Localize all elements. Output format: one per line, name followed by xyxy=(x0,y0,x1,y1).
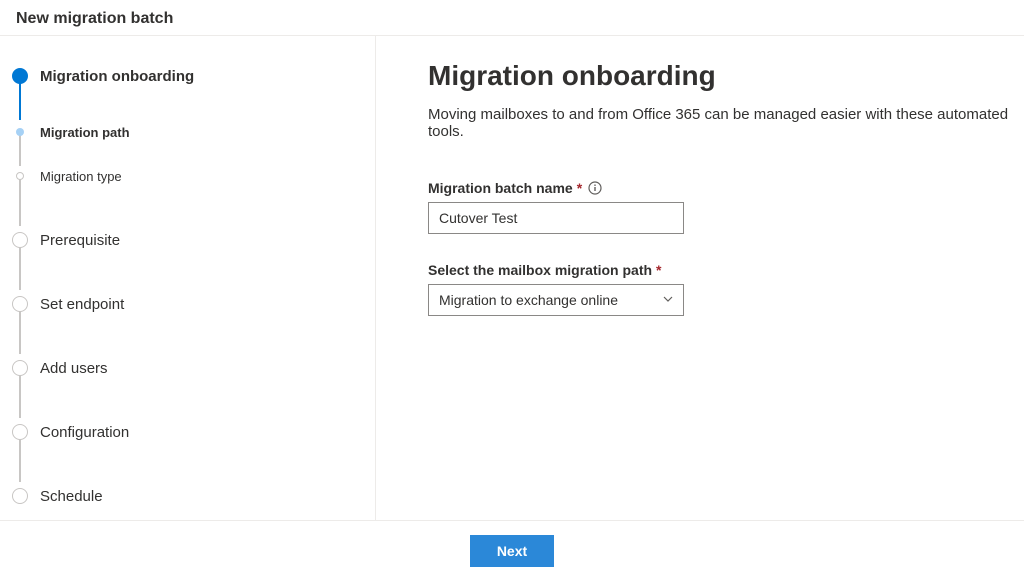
step-label: Configuration xyxy=(40,424,129,441)
step-label: Migration path xyxy=(40,125,130,140)
main-content: Migration onboarding Moving mailboxes to… xyxy=(376,36,1024,520)
step-indicator-upcoming xyxy=(12,232,28,248)
step-set-endpoint[interactable]: Set endpoint xyxy=(12,288,375,320)
migration-path-select-wrapper: Migration to exchange online xyxy=(428,284,684,316)
body-container: Migration onboarding Migration path Migr… xyxy=(0,36,1024,520)
step-label: Migration onboarding xyxy=(40,68,194,85)
step-migration-type[interactable]: Migration type xyxy=(12,164,375,188)
field-batch-name: Migration batch name * xyxy=(428,180,1024,234)
label-text: Migration batch name xyxy=(428,180,573,196)
step-indicator-upcoming xyxy=(12,488,28,504)
step-indicator-completed xyxy=(12,68,28,84)
batch-name-label: Migration batch name * xyxy=(428,180,1024,196)
step-schedule[interactable]: Schedule xyxy=(12,480,375,512)
header-title: New migration batch xyxy=(16,10,173,27)
field-migration-path: Select the mailbox migration path * Migr… xyxy=(428,262,1024,316)
step-label: Migration type xyxy=(40,169,122,184)
label-text: Select the mailbox migration path xyxy=(428,262,652,278)
select-value: Migration to exchange online xyxy=(439,292,618,308)
main-title: Migration onboarding xyxy=(428,60,1024,92)
step-connector xyxy=(19,176,21,226)
step-connector xyxy=(19,132,21,166)
next-button[interactable]: Next xyxy=(470,535,554,567)
step-label: Schedule xyxy=(40,488,103,505)
step-label: Set endpoint xyxy=(40,296,124,313)
step-indicator-upcoming xyxy=(12,360,28,376)
footer: Next xyxy=(0,520,1024,580)
page-header: New migration batch xyxy=(0,0,1024,36)
info-icon[interactable] xyxy=(588,181,602,195)
required-asterisk: * xyxy=(577,180,582,196)
main-description: Moving mailboxes to and from Office 365 … xyxy=(428,106,1024,140)
step-indicator-upcoming xyxy=(12,424,28,440)
migration-path-select[interactable]: Migration to exchange online xyxy=(428,284,684,316)
step-label: Add users xyxy=(40,360,108,377)
required-asterisk: * xyxy=(656,262,661,278)
batch-name-input[interactable] xyxy=(428,202,684,234)
step-prerequisite[interactable]: Prerequisite xyxy=(12,224,375,256)
step-indicator-current xyxy=(16,128,24,136)
step-label: Prerequisite xyxy=(40,232,120,249)
step-migration-path[interactable]: Migration path xyxy=(12,120,375,144)
step-configuration[interactable]: Configuration xyxy=(12,416,375,448)
step-migration-onboarding[interactable]: Migration onboarding xyxy=(12,60,375,92)
step-indicator-upcoming xyxy=(16,172,24,180)
step-add-users[interactable]: Add users xyxy=(12,352,375,384)
step-indicator-upcoming xyxy=(12,296,28,312)
migration-path-label: Select the mailbox migration path * xyxy=(428,262,1024,278)
sidebar-steps: Migration onboarding Migration path Migr… xyxy=(0,36,376,520)
